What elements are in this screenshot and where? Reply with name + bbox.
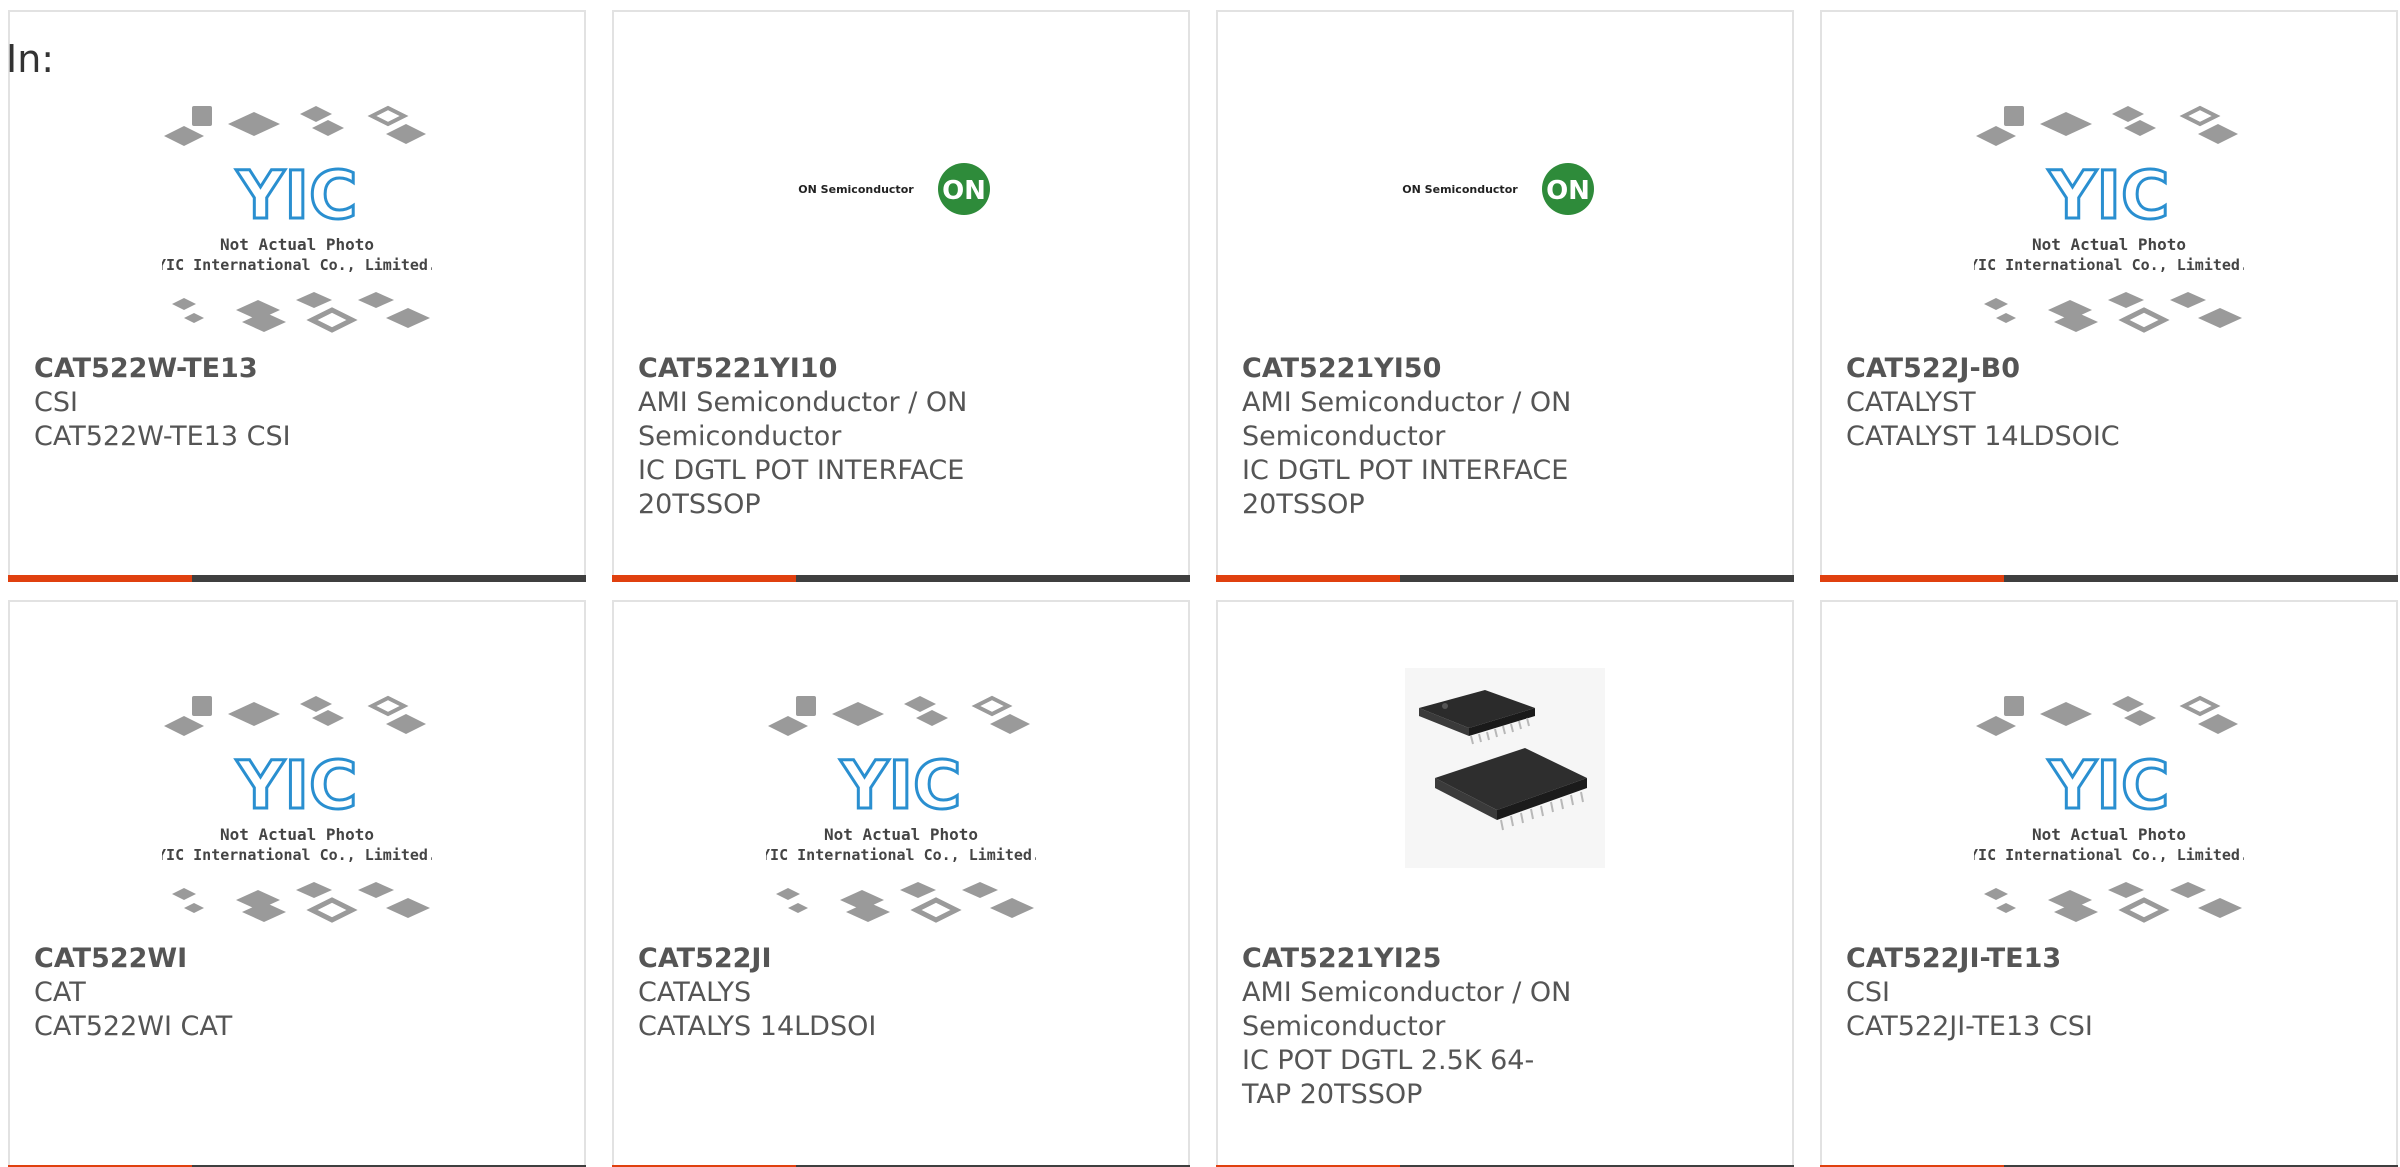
card-bottom-bar	[612, 575, 1190, 582]
description: IC DGTL POT INTERFACE 20TSSOP	[638, 455, 965, 520]
product-card[interactable]: ON Semiconductor ON CAT5221YI10 AMI Semi…	[612, 10, 1190, 582]
product-info: CAT5221YI25 AMI Semiconductor / ON Semic…	[1242, 942, 1772, 1112]
manufacturer: CATALYS	[638, 977, 752, 1008]
description: CAT522W-TE13 CSI	[34, 421, 291, 452]
product-image[interactable]: ON Semiconductor ON	[1218, 12, 1792, 352]
manufacturer: CATALYST	[1846, 387, 1976, 418]
card-bottom-bar	[1216, 575, 1794, 582]
on-semiconductor-logo: ON Semiconductor ON	[1402, 163, 1594, 215]
manufacturer: AMI Semiconductor / ON Semiconductor	[638, 387, 968, 452]
tssop-chip-photo	[1405, 668, 1605, 868]
part-number-link[interactable]: CAT522WI	[34, 942, 564, 976]
product-info: CAT522W-TE13 CSI CAT522W-TE13 CSI	[34, 352, 564, 454]
svg-text:YIC: YIC	[2048, 157, 2170, 234]
svg-text:YIC International Co., Limited: YIC International Co., Limited.	[162, 846, 432, 864]
product-image[interactable]: YIC Not Actual Photo YIC International C…	[614, 602, 1188, 942]
yic-placeholder-image: YIC Not Actual Photo YIC International C…	[766, 695, 1036, 923]
product-image[interactable]	[1218, 602, 1792, 942]
description: IC DGTL POT INTERFACE 20TSSOP	[1242, 455, 1569, 520]
manufacturer: AMI Semiconductor / ON Semiconductor	[1242, 387, 1572, 452]
card-bottom-bar	[1820, 575, 2398, 582]
part-number-link[interactable]: CAT5221YI25	[1242, 942, 1772, 976]
product-grid: YIC Not Actual Photo YIC International C…	[8, 10, 2398, 1167]
yic-placeholder-image: YIC Not Actual Photo YIC International C…	[162, 105, 432, 333]
manufacturer: CSI	[1846, 977, 1890, 1008]
yic-placeholder-image: YIC Not Actual Photo YIC International C…	[1974, 105, 2244, 333]
svg-text:Not Actual Photo: Not Actual Photo	[220, 825, 374, 844]
description: CATALYS 14LDSOI	[638, 1011, 877, 1042]
svg-text:YIC International Co., Limited: YIC International Co., Limited.	[766, 846, 1036, 864]
svg-text:ON: ON	[942, 176, 986, 206]
yic-placeholder-image: YIC Not Actual Photo YIC International C…	[162, 695, 432, 923]
svg-text:Not Actual Photo: Not Actual Photo	[824, 825, 978, 844]
product-info: CAT522WI CAT CAT522WI CAT	[34, 942, 564, 1044]
description: IC POT DGTL 2.5K 64-TAP 20TSSOP	[1242, 1045, 1535, 1110]
product-info: CAT522JI CATALYS CATALYS 14LDSOI	[638, 942, 1168, 1044]
description: CAT522JI-TE13 CSI	[1846, 1011, 2093, 1042]
product-card[interactable]: YIC Not Actual Photo YIC International C…	[612, 600, 1190, 1167]
svg-text:ON Semiconductor: ON Semiconductor	[798, 183, 914, 196]
svg-text:YIC: YIC	[840, 747, 962, 824]
svg-text:Not Actual Photo: Not Actual Photo	[220, 235, 374, 254]
part-number-link[interactable]: CAT5221YI50	[1242, 352, 1772, 386]
product-card[interactable]: YIC Not Actual Photo YIC International C…	[1820, 10, 2398, 582]
product-card[interactable]: YIC Not Actual Photo YIC International C…	[1820, 600, 2398, 1167]
product-card[interactable]: ON Semiconductor ON CAT5221YI50 AMI Semi…	[1216, 10, 1794, 582]
product-info: CAT5221YI50 AMI Semiconductor / ON Semic…	[1242, 352, 1772, 522]
product-image[interactable]: ON Semiconductor ON	[614, 12, 1188, 352]
manufacturer: CSI	[34, 387, 78, 418]
svg-text:YIC: YIC	[236, 747, 358, 824]
yic-placeholder-image: YIC Not Actual Photo YIC International C…	[1974, 695, 2244, 923]
on-semiconductor-logo: ON Semiconductor ON	[798, 163, 990, 215]
product-info: CAT522J-B0 CATALYST CATALYST 14LDSOIC	[1846, 352, 2376, 454]
description: CAT522WI CAT	[34, 1011, 233, 1042]
product-info: CAT5221YI10 AMI Semiconductor / ON Semic…	[638, 352, 1168, 522]
product-card[interactable]: YIC Not Actual Photo YIC International C…	[8, 600, 586, 1167]
product-listing-page: In: YIC Not Actual Photo YIC Internation…	[0, 0, 2400, 1167]
svg-text:ON Semiconductor: ON Semiconductor	[1402, 183, 1518, 196]
product-card[interactable]: YIC Not Actual Photo YIC International C…	[8, 10, 586, 582]
card-bottom-bar	[8, 575, 586, 582]
part-number-link[interactable]: CAT5221YI10	[638, 352, 1168, 386]
part-number-link[interactable]: CAT522J-B0	[1846, 352, 2376, 386]
svg-text:Not Actual Photo: Not Actual Photo	[2032, 235, 2186, 254]
product-card[interactable]: CAT5221YI25 AMI Semiconductor / ON Semic…	[1216, 600, 1794, 1167]
part-number-link[interactable]: CAT522JI-TE13	[1846, 942, 2376, 976]
description: CATALYST 14LDSOIC	[1846, 421, 2120, 452]
manufacturer: AMI Semiconductor / ON Semiconductor	[1242, 977, 1572, 1042]
svg-text:YIC International Co., Limited: YIC International Co., Limited.	[162, 256, 432, 274]
svg-text:YIC International Co., Limited: YIC International Co., Limited.	[1974, 256, 2244, 274]
product-image[interactable]: YIC Not Actual Photo YIC International C…	[1822, 12, 2396, 352]
product-image[interactable]: YIC Not Actual Photo YIC International C…	[1822, 602, 2396, 942]
svg-text:YIC: YIC	[236, 157, 358, 234]
product-image[interactable]: YIC Not Actual Photo YIC International C…	[10, 602, 584, 942]
svg-text:Not Actual Photo: Not Actual Photo	[2032, 825, 2186, 844]
manufacturer: CAT	[34, 977, 86, 1008]
svg-text:ON: ON	[1546, 176, 1590, 206]
svg-text:YIC: YIC	[2048, 747, 2170, 824]
product-info: CAT522JI-TE13 CSI CAT522JI-TE13 CSI	[1846, 942, 2376, 1044]
part-number-link[interactable]: CAT522JI	[638, 942, 1168, 976]
product-image[interactable]: YIC Not Actual Photo YIC International C…	[10, 12, 584, 352]
part-number-link[interactable]: CAT522W-TE13	[34, 352, 564, 386]
in-label: In:	[6, 37, 55, 81]
svg-text:YIC International Co., Limited: YIC International Co., Limited.	[1974, 846, 2244, 864]
